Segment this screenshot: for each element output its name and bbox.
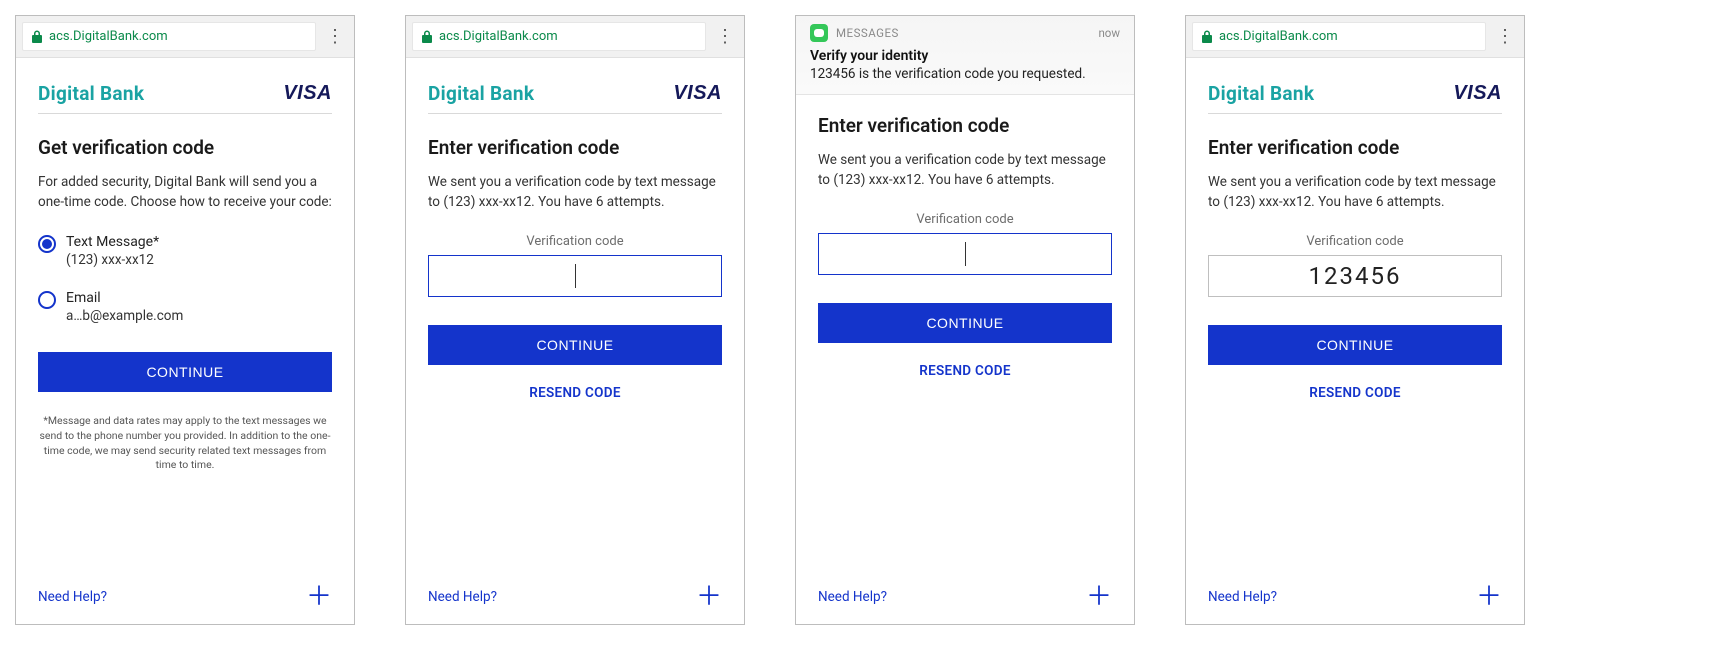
expand-icon[interactable]: ＋ — [1086, 584, 1112, 610]
more-vert-icon[interactable]: ⋮ — [322, 28, 348, 46]
option-label: Email — [66, 290, 183, 306]
url-text: acs.DigitalBank.com — [439, 29, 558, 44]
screen-get-code: acs.DigitalBank.com ⋮ Digital Bank VISA … — [15, 15, 355, 625]
lock-icon — [1201, 30, 1213, 44]
help-link[interactable]: Need Help? — [1208, 589, 1277, 605]
page-title: Enter verification code — [818, 114, 1112, 137]
bank-logo: Digital Bank — [428, 82, 534, 105]
code-field-label: Verification code — [428, 234, 722, 249]
expand-icon[interactable]: ＋ — [1476, 584, 1502, 610]
continue-button[interactable]: CONTINUE — [38, 352, 332, 392]
instruction-text: We sent you a verification code by text … — [818, 151, 1112, 190]
help-link[interactable]: Need Help? — [38, 589, 107, 605]
option-text-message[interactable]: Text Message* (123) xxx-xx12 — [38, 234, 332, 268]
instruction-text: For added security, Digital Bank will se… — [38, 173, 332, 212]
screen-enter-code-notification: MESSAGES now Verify your identity 123456… — [795, 15, 1135, 625]
address-bar: acs.DigitalBank.com ⋮ — [406, 16, 744, 58]
url-box[interactable]: acs.DigitalBank.com — [412, 22, 706, 51]
visa-logo: VISA — [673, 82, 722, 105]
lock-icon — [31, 30, 43, 44]
expand-icon[interactable]: ＋ — [306, 584, 332, 610]
verification-code-input[interactable] — [818, 233, 1112, 275]
help-link[interactable]: Need Help? — [818, 589, 887, 605]
page-title: Get verification code — [38, 136, 332, 159]
visa-logo: VISA — [283, 82, 332, 105]
radio-icon — [38, 235, 56, 253]
help-link[interactable]: Need Help? — [428, 589, 497, 605]
messages-app-icon — [810, 24, 828, 42]
expand-icon[interactable]: ＋ — [696, 584, 722, 610]
notification-title: Verify your identity — [810, 48, 1120, 64]
instruction-text: We sent you a verification code by text … — [1208, 173, 1502, 212]
url-text: acs.DigitalBank.com — [49, 29, 168, 44]
more-vert-icon[interactable]: ⋮ — [1492, 28, 1518, 46]
code-field-label: Verification code — [818, 212, 1112, 227]
option-value: a…b@example.com — [66, 308, 183, 324]
url-box[interactable]: acs.DigitalBank.com — [1192, 22, 1486, 51]
resend-link[interactable]: RESEND CODE — [1208, 385, 1502, 401]
resend-link[interactable]: RESEND CODE — [428, 385, 722, 401]
code-field-label: Verification code — [1208, 234, 1502, 249]
verification-code-input[interactable]: 123456 — [1208, 255, 1502, 297]
address-bar: acs.DigitalBank.com ⋮ — [1186, 16, 1524, 58]
screen-enter-code-filled: acs.DigitalBank.com ⋮ Digital Bank VISA … — [1185, 15, 1525, 625]
screen-enter-code-empty: acs.DigitalBank.com ⋮ Digital Bank VISA … — [405, 15, 745, 625]
option-email[interactable]: Email a…b@example.com — [38, 290, 332, 324]
notification-time: now — [1098, 26, 1120, 40]
instruction-text: We sent you a verification code by text … — [428, 173, 722, 212]
brand-row: Digital Bank VISA — [1208, 82, 1502, 114]
continue-button[interactable]: CONTINUE — [428, 325, 722, 365]
brand-row: Digital Bank VISA — [428, 82, 722, 114]
sms-notification[interactable]: MESSAGES now Verify your identity 123456… — [796, 16, 1134, 95]
visa-logo: VISA — [1453, 82, 1502, 105]
resend-link[interactable]: RESEND CODE — [818, 363, 1112, 379]
notification-app-name: MESSAGES — [836, 26, 899, 40]
radio-icon — [38, 291, 56, 309]
option-value: (123) xxx-xx12 — [66, 252, 159, 268]
notification-body: 123456 is the verification code you requ… — [810, 66, 1120, 82]
caret-icon — [965, 242, 966, 266]
code-value: 123456 — [1309, 262, 1402, 290]
continue-button[interactable]: CONTINUE — [1208, 325, 1502, 365]
verification-code-input[interactable] — [428, 255, 722, 297]
continue-button[interactable]: CONTINUE — [818, 303, 1112, 343]
url-text: acs.DigitalBank.com — [1219, 29, 1338, 44]
bank-logo: Digital Bank — [1208, 82, 1314, 105]
fine-print: *Message and data rates may apply to the… — [38, 414, 332, 473]
page-title: Enter verification code — [1208, 136, 1502, 159]
more-vert-icon[interactable]: ⋮ — [712, 28, 738, 46]
caret-icon — [575, 264, 576, 288]
bank-logo: Digital Bank — [38, 82, 144, 105]
lock-icon — [421, 30, 433, 44]
url-box[interactable]: acs.DigitalBank.com — [22, 22, 316, 51]
brand-row: Digital Bank VISA — [38, 82, 332, 114]
page-title: Enter verification code — [428, 136, 722, 159]
option-label: Text Message* — [66, 234, 159, 250]
address-bar: acs.DigitalBank.com ⋮ — [16, 16, 354, 58]
